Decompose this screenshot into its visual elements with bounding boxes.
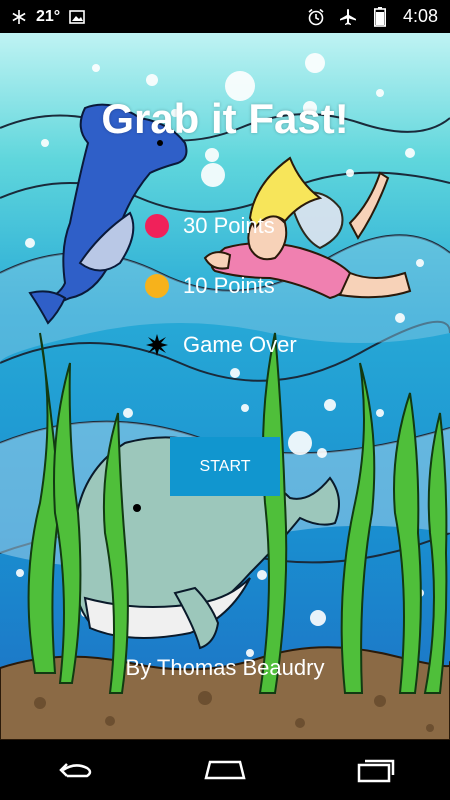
- legend-row-10-points: 10 Points: [145, 273, 275, 299]
- red-ball-icon: [145, 214, 169, 238]
- image-icon: [68, 8, 86, 26]
- clock-text: 4:08: [402, 6, 438, 26]
- status-bar: 21° 4:08: [0, 0, 450, 33]
- navigation-bar: [0, 740, 450, 800]
- home-button[interactable]: [195, 750, 255, 790]
- author-credit: By Thomas Beaudry: [125, 655, 325, 680]
- game-title: Grab it Fast!: [101, 95, 349, 142]
- yellow-ball-icon: [145, 274, 169, 298]
- bomb-icon: [145, 333, 169, 357]
- airplane-mode-icon: [339, 8, 357, 26]
- snowflake-icon: [10, 8, 28, 26]
- legend-label-30-points: 30 Points: [183, 213, 275, 238]
- battery-icon: [371, 6, 389, 27]
- back-icon: [59, 763, 92, 778]
- recent-apps-icon: [357, 759, 395, 783]
- legend-label-10-points: 10 Points: [183, 273, 275, 298]
- legend-row-30-points: 30 Points: [145, 213, 275, 239]
- back-button[interactable]: [45, 750, 105, 790]
- legend-row-game-over: Game Over: [145, 332, 297, 358]
- start-button[interactable]: START: [170, 437, 280, 496]
- alarm-icon: [307, 8, 325, 26]
- legend-label-game-over: Game Over: [183, 332, 297, 357]
- recent-apps-button[interactable]: [345, 750, 405, 790]
- temperature-text: 21°: [36, 7, 61, 25]
- game-screen: Grab it Fast! 30 Points 10 Points Game O…: [0, 33, 450, 740]
- home-icon: [204, 760, 246, 780]
